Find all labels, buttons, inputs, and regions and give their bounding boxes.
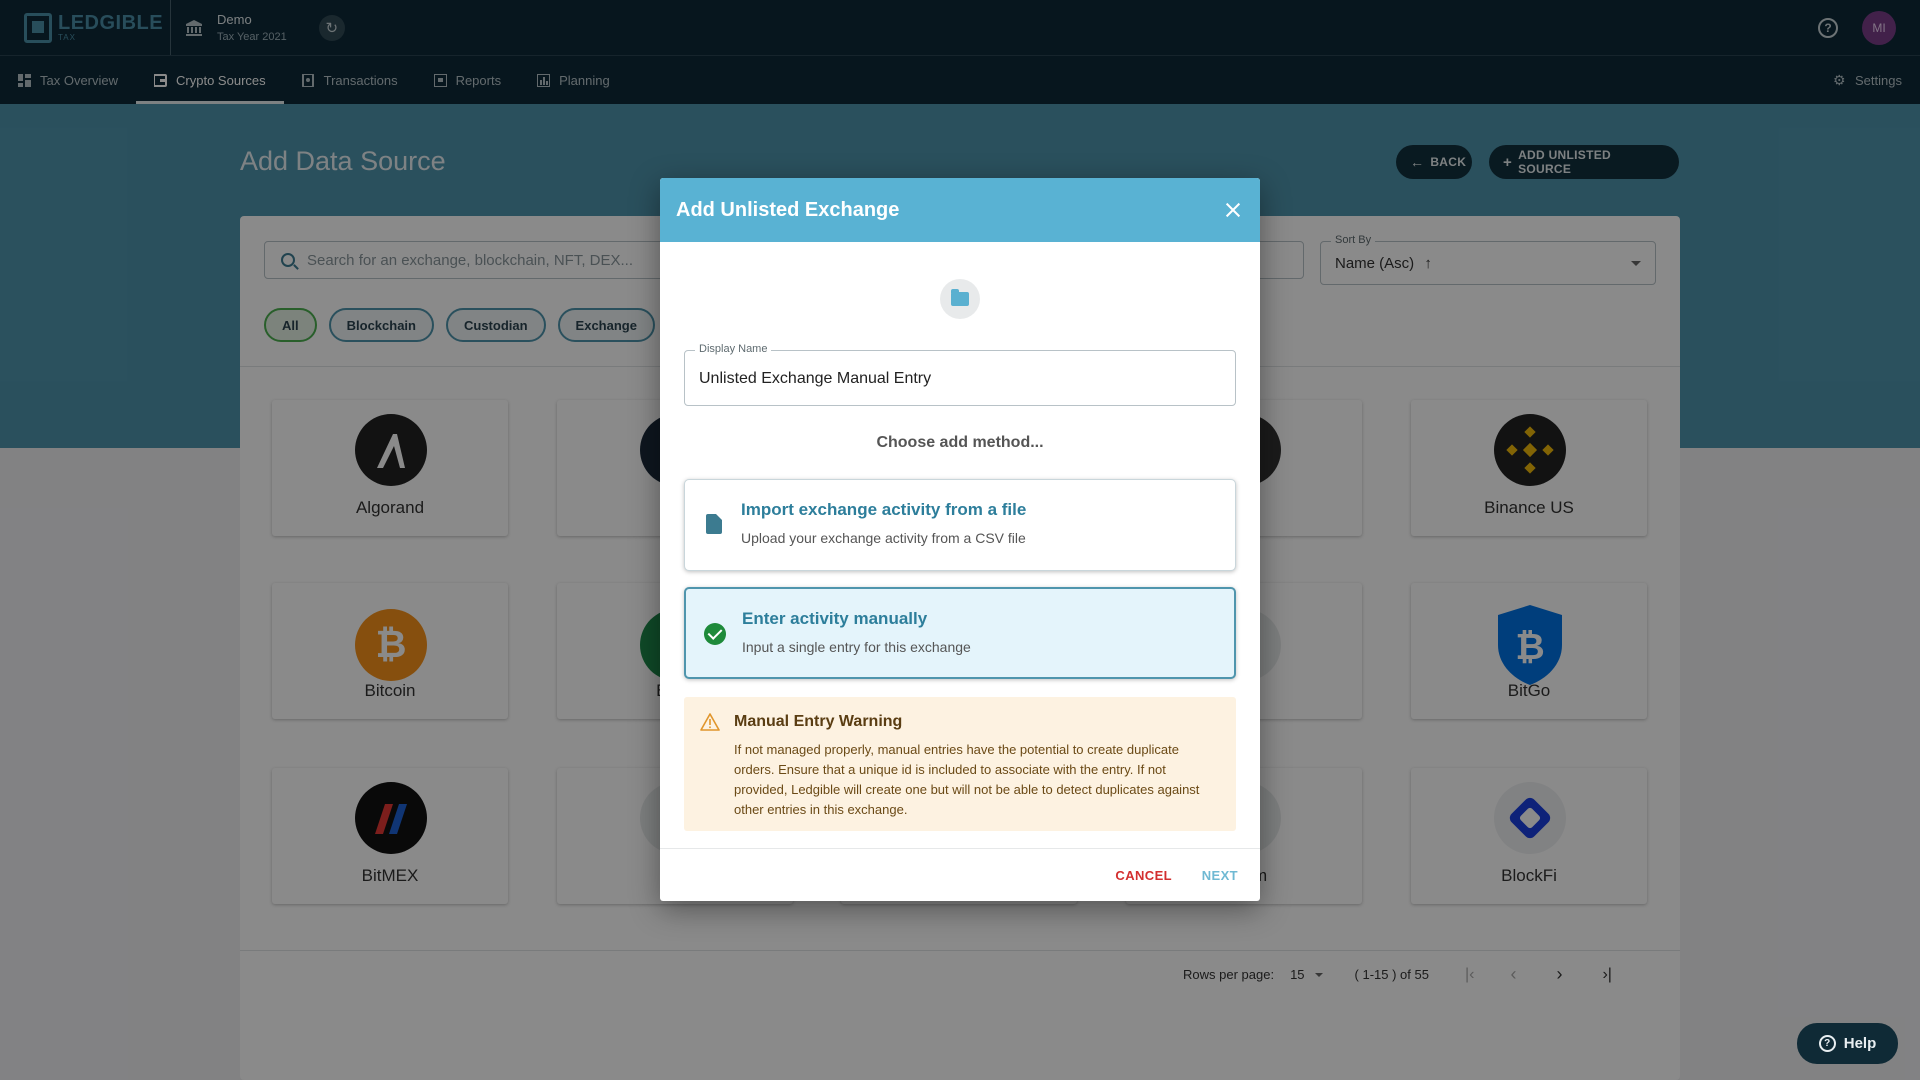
folder-icon (951, 289, 969, 306)
cancel-button[interactable]: CANCEL (1115, 868, 1172, 883)
display-name-value: Unlisted Exchange Manual Entry (699, 370, 932, 387)
manual-entry-warning: Manual Entry Warning If not managed prop… (684, 697, 1236, 831)
close-icon[interactable] (1222, 199, 1244, 221)
warning-title: Manual Entry Warning (734, 713, 903, 730)
file-icon (706, 514, 722, 534)
warning-icon (700, 713, 720, 731)
dialog-title: Add Unlisted Exchange (676, 198, 900, 221)
dialog-footer: CANCEL NEXT (660, 848, 1260, 901)
help-button[interactable]: ? Help (1797, 1023, 1898, 1064)
source-image-placeholder[interactable] (940, 279, 980, 319)
choose-method-text: Choose add method... (876, 434, 1044, 451)
next-button[interactable]: NEXT (1202, 868, 1238, 883)
check-circle-icon (704, 623, 726, 645)
dialog-header: Add Unlisted Exchange (660, 178, 1260, 242)
option-import-file[interactable]: Import exchange activity from a file Upl… (684, 479, 1236, 571)
option-enter-manually[interactable]: Enter activity manually Input a single e… (684, 587, 1236, 679)
help-icon: ? (1818, 1035, 1836, 1052)
warning-body: If not managed properly, manual entries … (734, 742, 1200, 817)
display-name-field[interactable]: Display Name Unlisted Exchange Manual En… (684, 343, 1236, 406)
add-unlisted-exchange-dialog: Add Unlisted Exchange Display Name Unlis… (660, 178, 1260, 901)
